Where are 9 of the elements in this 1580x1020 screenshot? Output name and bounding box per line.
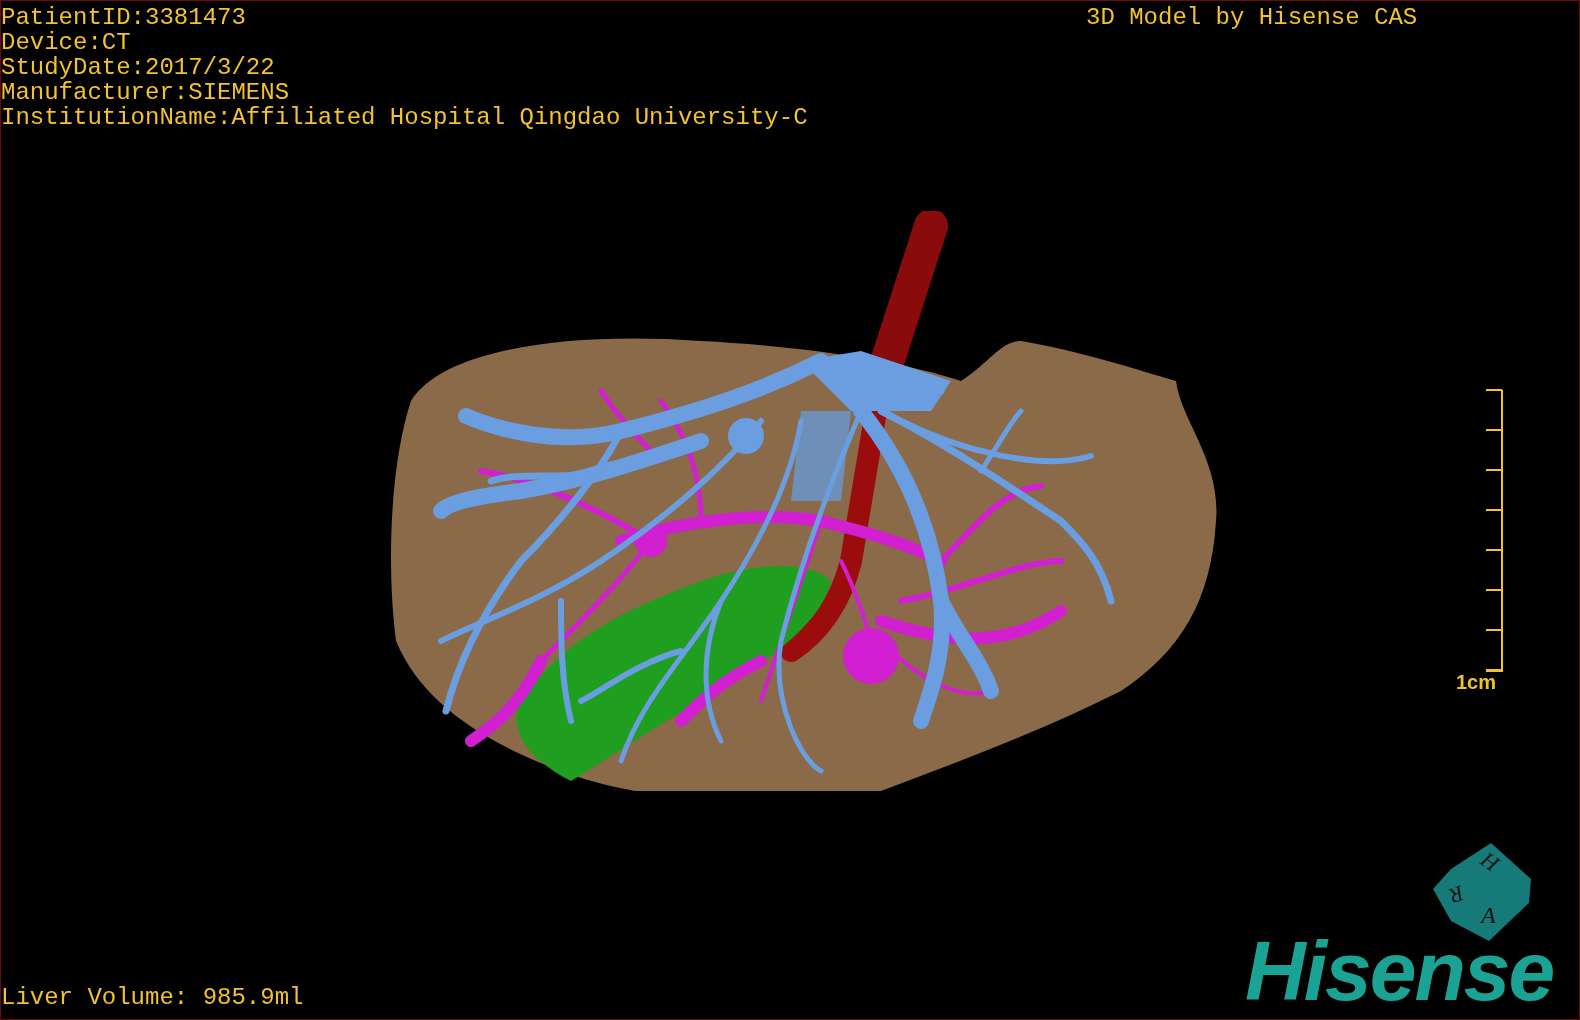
liver-volume-text: Liver Volume: 985.9ml bbox=[1, 985, 304, 1010]
scale-bar-label: 1cm bbox=[1456, 671, 1497, 693]
patient-info-text: Device:CT bbox=[1, 30, 132, 55]
brand-logo: Hisense bbox=[1245, 929, 1554, 1013]
patient-info-text: StudyDate:2017/3/22 bbox=[1, 55, 276, 80]
patient-info-text: InstitutionName:Affiliated Hospital Qingdao University-C bbox=[1, 105, 808, 130]
patient-info-text: Manufacturer:SIEMENS bbox=[1, 80, 291, 105]
credit-text: 3D Model by Hisense CAS bbox=[1086, 5, 1418, 30]
patient-info-text: PatientID:3381473 bbox=[1, 5, 247, 30]
